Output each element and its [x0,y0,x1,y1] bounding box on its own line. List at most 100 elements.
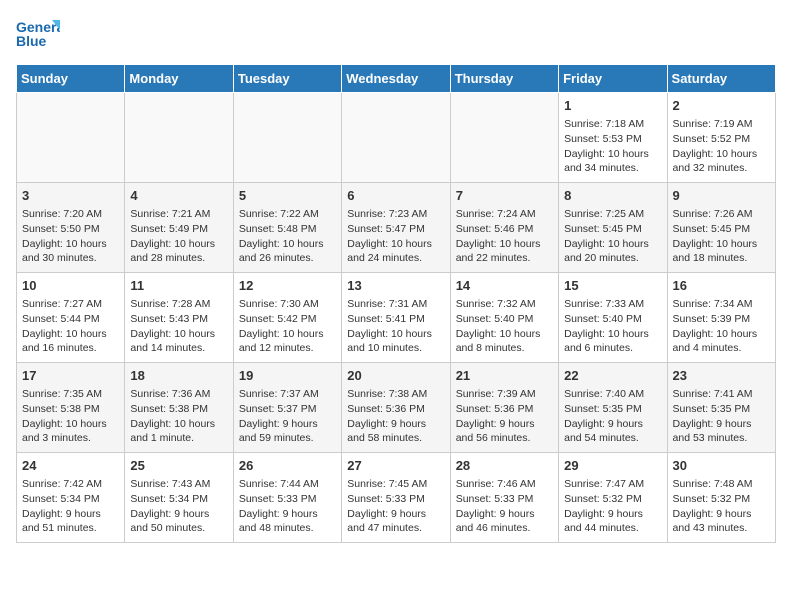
day-cell: 3 Sunrise: 7:20 AM Sunset: 5:50 PM Daylig… [17,183,125,273]
day-number: 15 [564,277,661,295]
day-cell: 18 Sunrise: 7:36 AM Sunset: 5:38 PM Dayli… [125,363,233,453]
day-info: Sunrise: 7:42 AM Sunset: 5:34 PM Dayligh… [22,477,119,536]
day-cell: 25Sunrise: 7:43 AM Sunset: 5:34 PM Dayli… [125,453,233,543]
day-number: 26 [239,457,336,475]
week-row-2: 10 Sunrise: 7:27 AM Sunset: 5:44 PM Dayli… [17,273,776,363]
day-info: Sunrise: 7:27 AM Sunset: 5:44 PM Dayligh… [22,297,119,356]
day-number: 8 [564,187,661,205]
day-cell [342,93,450,183]
day-number: 17 [22,367,119,385]
day-number: 22 [564,367,661,385]
day-info: Sunrise: 7:35 AM Sunset: 5:38 PM Dayligh… [22,387,119,446]
day-number: 11 [130,277,227,295]
day-number: 7 [456,187,553,205]
day-info: Sunrise: 7:26 AM Sunset: 5:45 PM Dayligh… [673,207,770,266]
page-header: General Blue [16,16,776,54]
day-info: Sunrise: 7:25 AM Sunset: 5:45 PM Dayligh… [564,207,661,266]
day-number: 13 [347,277,444,295]
day-info: Sunrise: 7:22 AM Sunset: 5:48 PM Dayligh… [239,207,336,266]
svg-text:Blue: Blue [16,33,47,49]
day-info: Sunrise: 7:48 AM Sunset: 5:32 PM Dayligh… [673,477,770,536]
week-row-1: 3 Sunrise: 7:20 AM Sunset: 5:50 PM Daylig… [17,183,776,273]
day-info: Sunrise: 7:18 AM Sunset: 5:53 PM Dayligh… [564,117,661,176]
day-number: 25 [130,457,227,475]
day-number: 5 [239,187,336,205]
day-info: Sunrise: 7:23 AM Sunset: 5:47 PM Dayligh… [347,207,444,266]
day-info: Sunrise: 7:45 AM Sunset: 5:33 PM Dayligh… [347,477,444,536]
header-day-wednesday: Wednesday [342,65,450,93]
day-cell: 15 Sunrise: 7:33 AM Sunset: 5:40 PM Dayli… [559,273,667,363]
day-number: 24 [22,457,119,475]
day-info: Sunrise: 7:34 AM Sunset: 5:39 PM Dayligh… [673,297,770,356]
day-cell: 19 Sunrise: 7:37 AM Sunset: 5:37 PM Dayli… [233,363,341,453]
day-number: 6 [347,187,444,205]
day-info: Sunrise: 7:40 AM Sunset: 5:35 PM Dayligh… [564,387,661,446]
day-cell: 23Sunrise: 7:41 AM Sunset: 5:35 PM Dayli… [667,363,775,453]
day-cell: 7Sunrise: 7:24 AM Sunset: 5:46 PM Daylig… [450,183,558,273]
day-cell: 5 Sunrise: 7:22 AM Sunset: 5:48 PM Daylig… [233,183,341,273]
day-info: Sunrise: 7:47 AM Sunset: 5:32 PM Dayligh… [564,477,661,536]
day-cell: 16Sunrise: 7:34 AM Sunset: 5:39 PM Dayli… [667,273,775,363]
day-number: 28 [456,457,553,475]
day-cell [233,93,341,183]
week-row-4: 24 Sunrise: 7:42 AM Sunset: 5:34 PM Dayli… [17,453,776,543]
day-number: 19 [239,367,336,385]
day-cell: 27 Sunrise: 7:45 AM Sunset: 5:33 PM Dayli… [342,453,450,543]
header-day-thursday: Thursday [450,65,558,93]
day-number: 10 [22,277,119,295]
day-cell: 24 Sunrise: 7:42 AM Sunset: 5:34 PM Dayli… [17,453,125,543]
day-number: 29 [564,457,661,475]
day-info: Sunrise: 7:30 AM Sunset: 5:42 PM Dayligh… [239,297,336,356]
day-number: 21 [456,367,553,385]
day-info: Sunrise: 7:20 AM Sunset: 5:50 PM Dayligh… [22,207,119,266]
day-number: 18 [130,367,227,385]
header-day-saturday: Saturday [667,65,775,93]
day-cell: 6 Sunrise: 7:23 AM Sunset: 5:47 PM Daylig… [342,183,450,273]
logo: General Blue [16,16,60,54]
day-number: 20 [347,367,444,385]
day-number: 3 [22,187,119,205]
day-cell: 21 Sunrise: 7:39 AM Sunset: 5:36 PM Dayli… [450,363,558,453]
day-cell: 1 Sunrise: 7:18 AM Sunset: 5:53 PM Daylig… [559,93,667,183]
day-cell: 30Sunrise: 7:48 AM Sunset: 5:32 PM Dayli… [667,453,775,543]
day-cell: 2 Sunrise: 7:19 AM Sunset: 5:52 PM Daylig… [667,93,775,183]
calendar-body: 1 Sunrise: 7:18 AM Sunset: 5:53 PM Daylig… [17,93,776,543]
day-cell: 26Sunrise: 7:44 AM Sunset: 5:33 PM Dayli… [233,453,341,543]
day-cell: 29 Sunrise: 7:47 AM Sunset: 5:32 PM Dayli… [559,453,667,543]
day-number: 4 [130,187,227,205]
day-cell: 8 Sunrise: 7:25 AM Sunset: 5:45 PM Daylig… [559,183,667,273]
day-info: Sunrise: 7:39 AM Sunset: 5:36 PM Dayligh… [456,387,553,446]
day-info: Sunrise: 7:33 AM Sunset: 5:40 PM Dayligh… [564,297,661,356]
day-cell: 9Sunrise: 7:26 AM Sunset: 5:45 PM Daylig… [667,183,775,273]
header-day-friday: Friday [559,65,667,93]
day-info: Sunrise: 7:41 AM Sunset: 5:35 PM Dayligh… [673,387,770,446]
calendar-header: SundayMondayTuesdayWednesdayThursdayFrid… [17,65,776,93]
day-cell: 14Sunrise: 7:32 AM Sunset: 5:40 PM Dayli… [450,273,558,363]
day-info: Sunrise: 7:31 AM Sunset: 5:41 PM Dayligh… [347,297,444,356]
day-number: 27 [347,457,444,475]
day-number: 12 [239,277,336,295]
day-cell: 22 Sunrise: 7:40 AM Sunset: 5:35 PM Dayli… [559,363,667,453]
day-info: Sunrise: 7:37 AM Sunset: 5:37 PM Dayligh… [239,387,336,446]
day-cell [17,93,125,183]
day-info: Sunrise: 7:46 AM Sunset: 5:33 PM Dayligh… [456,477,553,536]
day-info: Sunrise: 7:21 AM Sunset: 5:49 PM Dayligh… [130,207,227,266]
day-cell: 4 Sunrise: 7:21 AM Sunset: 5:49 PM Daylig… [125,183,233,273]
header-row: SundayMondayTuesdayWednesdayThursdayFrid… [17,65,776,93]
header-day-tuesday: Tuesday [233,65,341,93]
day-info: Sunrise: 7:19 AM Sunset: 5:52 PM Dayligh… [673,117,770,176]
day-cell: 11Sunrise: 7:28 AM Sunset: 5:43 PM Dayli… [125,273,233,363]
day-cell: 20 Sunrise: 7:38 AM Sunset: 5:36 PM Dayli… [342,363,450,453]
day-cell: 17 Sunrise: 7:35 AM Sunset: 5:38 PM Dayli… [17,363,125,453]
calendar-table: SundayMondayTuesdayWednesdayThursdayFrid… [16,64,776,543]
day-info: Sunrise: 7:38 AM Sunset: 5:36 PM Dayligh… [347,387,444,446]
day-number: 1 [564,97,661,115]
logo-svg: General Blue [16,16,60,54]
day-info: Sunrise: 7:32 AM Sunset: 5:40 PM Dayligh… [456,297,553,356]
day-number: 2 [673,97,770,115]
day-info: Sunrise: 7:36 AM Sunset: 5:38 PM Dayligh… [130,387,227,446]
day-cell: 13 Sunrise: 7:31 AM Sunset: 5:41 PM Dayli… [342,273,450,363]
day-cell [125,93,233,183]
day-cell [450,93,558,183]
header-day-monday: Monday [125,65,233,93]
